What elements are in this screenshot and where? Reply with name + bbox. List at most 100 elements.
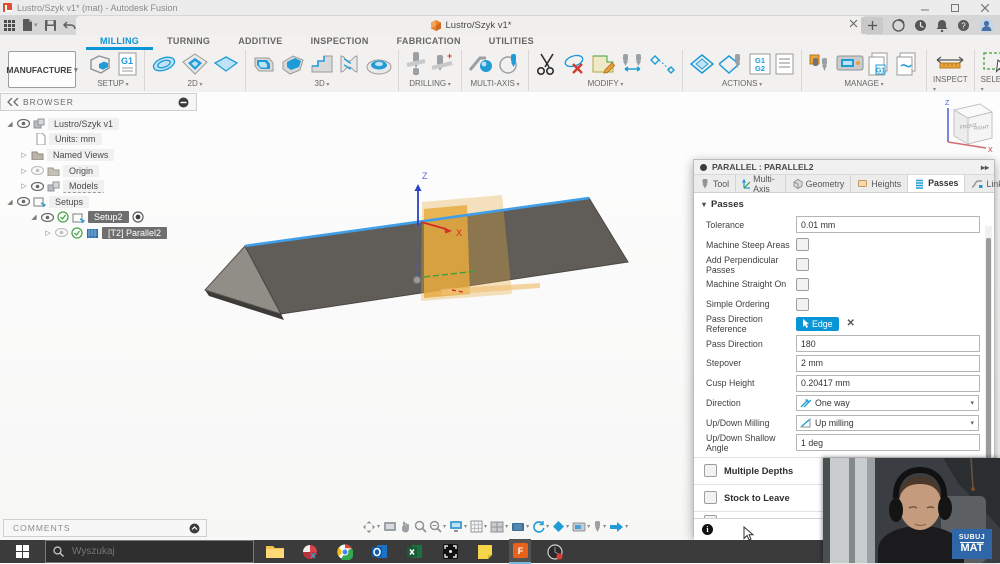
tool-library-icon[interactable]	[808, 52, 832, 76]
user-avatar[interactable]	[979, 18, 994, 33]
expand-arrow-icon[interactable]: ◢	[30, 213, 38, 221]
tree-item-named-views[interactable]: ▷ Named Views	[0, 147, 197, 163]
stock-to-leave-checkbox[interactable]	[704, 491, 717, 505]
tree-item-parallel2[interactable]: ▷ [T2] Parallel2	[0, 225, 197, 241]
face-icon[interactable]	[213, 52, 239, 76]
tab-additive[interactable]: ADDITIVE	[224, 35, 296, 50]
new-tab-button[interactable]	[861, 17, 883, 34]
simulate-icon[interactable]: ▾	[552, 520, 570, 533]
dialog-tab-linking[interactable]: Linking	[965, 175, 1000, 192]
dialog-header[interactable]: PARALLEL : PARALLEL2 ▸▸	[694, 160, 994, 175]
sticky-notes-icon[interactable]	[474, 540, 496, 563]
file-explorer-icon[interactable]	[264, 540, 286, 563]
swarf-icon[interactable]	[468, 52, 494, 76]
tree-item-origin[interactable]: ▷ Origin	[0, 163, 197, 179]
scrollbar-thumb[interactable]	[986, 238, 991, 488]
up-down-milling-select[interactable]: Up milling	[796, 414, 979, 431]
tab-inspection[interactable]: INSPECTION	[297, 35, 383, 50]
help-icon[interactable]: ?	[957, 19, 970, 32]
pan-icon[interactable]	[399, 520, 412, 533]
collapsed-arrow-icon[interactable]: ▷	[20, 182, 28, 190]
tree-item-root[interactable]: ◢ Lustro/Szyk v1	[0, 116, 197, 132]
expand-arrow-icon[interactable]: ◢	[6, 120, 14, 128]
document-tab[interactable]: Lustro/Szyk v1*	[76, 16, 866, 35]
close-button[interactable]	[970, 1, 1000, 14]
expand-arrow-icon[interactable]: ◢	[6, 198, 14, 206]
browser-options-icon[interactable]	[178, 97, 189, 108]
eye-icon[interactable]	[31, 181, 44, 191]
file-menu-button[interactable]: ▾	[22, 19, 38, 31]
machine-straight-on-checkbox[interactable]	[796, 277, 809, 291]
tab-fabrication[interactable]: FABRICATION	[383, 35, 475, 50]
machine-library-icon[interactable]	[836, 52, 864, 76]
trim-icon[interactable]	[535, 52, 559, 76]
tree-item-setups[interactable]: ◢ Setups	[0, 194, 197, 210]
close-tab-icon[interactable]	[849, 19, 858, 28]
dialog-tab-passes[interactable]: Passes	[908, 175, 966, 192]
dialog-tab-geometry[interactable]: Geometry	[786, 175, 852, 192]
capture-icon[interactable]	[439, 540, 461, 563]
job-status-icon[interactable]	[892, 19, 905, 32]
minimize-button[interactable]	[910, 1, 940, 14]
post-icon[interactable]: ▾	[609, 521, 629, 533]
dialog-expand-icon[interactable]: ▸▸	[981, 163, 989, 172]
look-at-icon[interactable]	[383, 520, 397, 533]
fit-icon[interactable]: ▾	[429, 520, 447, 533]
tab-utilities[interactable]: UTILITIES	[475, 35, 548, 50]
notifications-icon[interactable]	[936, 19, 948, 32]
grid-icon[interactable]: ▾	[470, 520, 488, 533]
toolpath-display-icon[interactable]: ▾	[511, 521, 530, 533]
rotary-contour-icon[interactable]	[498, 52, 522, 76]
probe-icon[interactable]	[620, 52, 646, 76]
active-setup-radio-icon[interactable]	[131, 211, 144, 223]
eye-icon[interactable]	[41, 212, 54, 222]
stepover-input[interactable]	[796, 354, 980, 372]
excel-icon[interactable]	[404, 540, 426, 563]
multiple-depths-checkbox[interactable]	[704, 464, 717, 478]
tab-turning[interactable]: TURNING	[153, 35, 224, 50]
pocket2d-icon[interactable]	[182, 52, 209, 76]
machine-icon[interactable]: ▾	[572, 521, 591, 533]
g1g2-icon[interactable]: G1 G2	[749, 52, 771, 76]
eye-icon[interactable]	[17, 119, 30, 129]
point-compare-icon[interactable]	[650, 52, 676, 76]
direction-select[interactable]: One way	[796, 395, 979, 412]
setup-sheet-icon[interactable]	[775, 52, 795, 76]
collapsed-arrow-icon[interactable]: ▷	[44, 229, 52, 237]
app-grid-icon[interactable]	[4, 19, 15, 31]
dialog-tab-heights[interactable]: Heights	[851, 175, 909, 192]
regenerate-icon[interactable]: ▾	[532, 520, 550, 533]
eye-off-icon[interactable]	[31, 166, 44, 176]
pass-direction-input[interactable]	[796, 335, 980, 353]
adaptive-clearing-icon[interactable]	[252, 52, 276, 76]
eye-icon[interactable]	[17, 197, 30, 207]
adaptive2d-icon[interactable]	[151, 52, 178, 76]
parallel-icon[interactable]	[338, 52, 362, 76]
workspace-selector[interactable]: MANUFACTURE	[6, 51, 76, 88]
search-input[interactable]	[70, 545, 224, 558]
eye-off-icon[interactable]	[55, 228, 68, 238]
chrome-icon[interactable]	[334, 540, 356, 563]
add-perpendicular-passes-checkbox[interactable]	[796, 257, 809, 271]
comments-expand-icon[interactable]	[189, 523, 200, 534]
collapsed-arrow-icon[interactable]: ▷	[20, 151, 28, 159]
select-icon[interactable]	[982, 50, 1000, 74]
orbit-icon[interactable]: ▾	[362, 520, 381, 534]
fusion-icon[interactable]: F	[509, 539, 531, 564]
dialog-grip-icon[interactable]	[700, 163, 707, 171]
simulate-icon[interactable]	[689, 52, 715, 76]
steep-shallow-icon[interactable]	[310, 52, 334, 76]
collapse-panel-icon[interactable]	[7, 98, 19, 106]
start-button[interactable]	[0, 540, 45, 563]
tree-item-setup2[interactable]: ◢ Setup2	[0, 210, 197, 226]
tree-item-units[interactable]: Units: mm	[0, 132, 197, 148]
dialog-tab-tool[interactable]: Tool	[694, 175, 737, 192]
passes-section-header[interactable]: Passes	[694, 193, 994, 215]
thread-mill-icon[interactable]: +	[431, 51, 455, 77]
taskbar-search[interactable]	[45, 540, 254, 563]
delete-passes-icon[interactable]	[563, 52, 587, 76]
info-icon[interactable]: i	[702, 523, 713, 535]
save-button[interactable]	[44, 19, 56, 31]
collapsed-arrow-icon[interactable]: ▷	[20, 167, 28, 175]
tolerance-input[interactable]	[796, 216, 980, 234]
